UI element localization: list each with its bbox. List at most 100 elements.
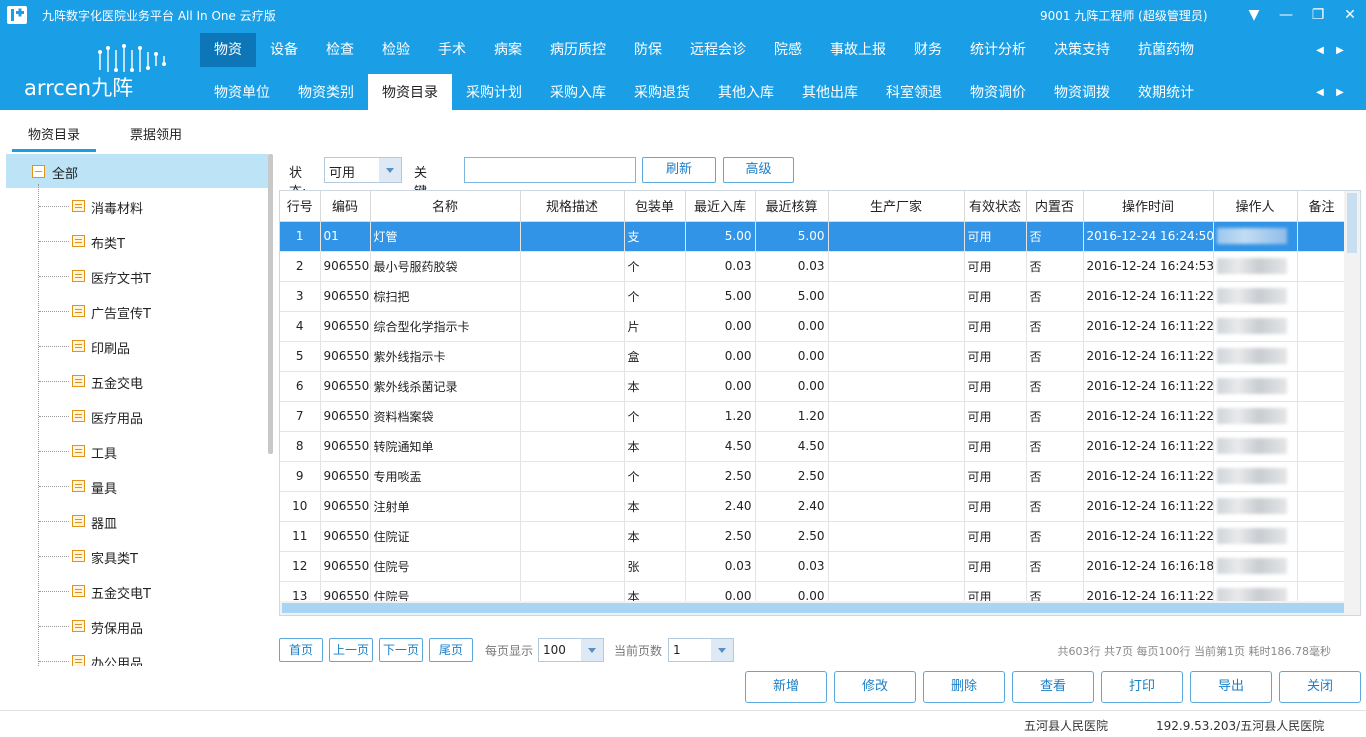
table-vscrollbar[interactable]	[1344, 191, 1360, 615]
table-row[interactable]: 6 906550 紫外线杀菌记录本 0.00 0.00 可用否 2016-12-24 16:…	[280, 371, 1347, 402]
last-page-button[interactable]: 尾页	[429, 638, 473, 662]
subnav-right-arrow-icon[interactable]: ▶	[1336, 87, 1344, 98]
restore-icon[interactable]: ❐	[1302, 0, 1334, 30]
vscroll-thumb[interactable]	[1347, 193, 1357, 253]
main-nav-item[interactable]: 远程会诊	[676, 33, 760, 67]
nav-right-arrow-icon[interactable]: ▶	[1336, 45, 1344, 56]
tree-item[interactable]: 消毒材料	[6, 189, 268, 223]
tree-item[interactable]: 医疗文书T	[6, 259, 268, 293]
column-header[interactable]: 内置否	[1026, 191, 1084, 222]
close-button[interactable]: 关闭	[1279, 671, 1361, 703]
current-user[interactable]: 9001 九阵工程师 (超级管理员)	[1040, 7, 1208, 24]
collapse-icon[interactable]	[32, 165, 45, 178]
tree-item[interactable]: 办公用品	[6, 644, 268, 666]
main-nav-item[interactable]: 设备	[256, 33, 312, 67]
sub-nav-item[interactable]: 其他入库	[704, 74, 788, 110]
table-row[interactable]: 11 906550 住院证本 2.50 2.50 可用否 2016-12-24 16:11:…	[280, 521, 1347, 552]
chevron-down-icon[interactable]	[379, 158, 401, 182]
view-button[interactable]: 查看	[1012, 671, 1094, 703]
column-header[interactable]: 操作时间	[1083, 191, 1214, 222]
current-page-select[interactable]: 1	[668, 638, 734, 662]
tree-item[interactable]: 广告宣传T	[6, 294, 268, 328]
minimize-icon[interactable]: —	[1270, 0, 1302, 30]
column-header[interactable]: 编码	[320, 191, 371, 222]
sub-nav-item[interactable]: 效期统计	[1124, 74, 1208, 110]
tree-item[interactable]: 布类T	[6, 224, 268, 258]
close-icon[interactable]: ✕	[1334, 0, 1366, 30]
tree-item[interactable]: 量具	[6, 469, 268, 503]
sub-nav-item[interactable]: 采购计划	[452, 74, 536, 110]
table-row[interactable]: 7 906550 资料档案袋个 1.20 1.20 可用否 2016-12-24 16:11…	[280, 401, 1347, 432]
sub-nav-item[interactable]: 科室领退	[872, 74, 956, 110]
sub-nav-item[interactable]: 物资类别	[284, 74, 368, 110]
main-nav-item[interactable]: 检查	[312, 33, 368, 67]
page-size-select[interactable]: 100	[538, 638, 604, 662]
column-header[interactable]: 有效状态	[964, 191, 1027, 222]
table-row[interactable]: 9 906550 专用啖盂个 2.50 2.50 可用否 2016-12-24 16:11:…	[280, 461, 1347, 492]
column-header[interactable]: 操作人	[1213, 191, 1298, 222]
tab-material-catalog[interactable]: 物资目录	[11, 124, 97, 152]
main-nav-item[interactable]: 病案	[480, 33, 536, 67]
print-button[interactable]: 打印	[1101, 671, 1183, 703]
table-row[interactable]: 12 906550 住院号张 0.03 0.03 可用否 2016-12-24 16:16:…	[280, 551, 1347, 582]
refresh-button[interactable]: 刷新	[642, 157, 716, 183]
chevron-down-icon[interactable]	[711, 639, 733, 661]
table-hscrollbar[interactable]	[280, 601, 1346, 615]
tree-item[interactable]: 劳保用品	[6, 609, 268, 643]
main-nav-item[interactable]: 检验	[368, 33, 424, 67]
column-header[interactable]: 最近入库	[685, 191, 756, 222]
table-row[interactable]: 5 906550 紫外线指示卡盒 0.00 0.00 可用否 2016-12-24 16:1…	[280, 341, 1347, 372]
table-row[interactable]: 3 906550 棕扫把个 5.00 5.00 可用否 2016-12-24 16:11:2…	[280, 281, 1347, 312]
column-header[interactable]: 最近核算	[755, 191, 829, 222]
chevron-down-icon[interactable]	[581, 639, 603, 661]
delete-button[interactable]: 删除	[923, 671, 1005, 703]
add-button[interactable]: 新增	[745, 671, 827, 703]
sub-nav-item[interactable]: 物资调价	[956, 74, 1040, 110]
main-nav-item[interactable]: 财务	[900, 33, 956, 67]
table-row[interactable]: 10 906550 注射单本 2.40 2.40 可用否 2016-12-24 16:11:…	[280, 491, 1347, 522]
menu-dropdown-icon[interactable]: ▼	[1238, 0, 1270, 30]
column-header[interactable]: 包装单	[624, 191, 686, 222]
main-nav-item[interactable]: 院感	[760, 33, 816, 67]
tree-item[interactable]: 印刷品	[6, 329, 268, 363]
tree-item[interactable]: 器皿	[6, 504, 268, 538]
tree-item[interactable]: 五金交电T	[6, 574, 268, 608]
column-header[interactable]: 备注	[1297, 191, 1347, 222]
column-header[interactable]: 规格描述	[520, 191, 625, 222]
edit-button[interactable]: 修改	[834, 671, 916, 703]
tree-scrollbar[interactable]	[268, 154, 273, 454]
table-row[interactable]: 4 906550 综合型化学指示卡片 0.00 0.00 可用否 2016-12-24 16…	[280, 311, 1347, 342]
main-nav-item[interactable]: 统计分析	[956, 33, 1040, 67]
tree-item[interactable]: 五金交电	[6, 364, 268, 398]
sub-nav-item[interactable]: 采购退货	[620, 74, 704, 110]
main-nav-item[interactable]: 病历质控	[536, 33, 620, 67]
tree-item[interactable]: 家具类T	[6, 539, 268, 573]
column-header[interactable]: 行号	[280, 191, 321, 222]
main-nav-item[interactable]: 物资	[200, 33, 256, 67]
tree-item[interactable]: 医疗用品	[6, 399, 268, 433]
main-nav-item[interactable]: 手术	[424, 33, 480, 67]
main-nav-item[interactable]: 防保	[620, 33, 676, 67]
tree-root[interactable]: 全部	[6, 154, 268, 188]
main-nav-item[interactable]: 抗菌药物	[1124, 33, 1208, 67]
table-row[interactable]: 1 01 灯管支 5.00 5.00 可用否 2016-12-24 16:24:50	[280, 221, 1347, 252]
nav-left-arrow-icon[interactable]: ◀	[1316, 45, 1324, 56]
sub-nav-item[interactable]: 物资目录	[368, 74, 452, 110]
tab-bill-receive[interactable]: 票据领用	[130, 124, 182, 143]
hscroll-thumb[interactable]	[282, 603, 1344, 613]
sub-nav-item[interactable]: 其他出库	[788, 74, 872, 110]
main-nav-item[interactable]: 决策支持	[1040, 33, 1124, 67]
table-row[interactable]: 8 906550 转院通知单本 4.50 4.50 可用否 2016-12-24 16:11…	[280, 431, 1347, 462]
column-header[interactable]: 名称	[370, 191, 521, 222]
next-page-button[interactable]: 下一页	[379, 638, 423, 662]
export-button[interactable]: 导出	[1190, 671, 1272, 703]
sub-nav-item[interactable]: 采购入库	[536, 74, 620, 110]
advanced-button[interactable]: 高级	[723, 157, 794, 183]
status-select[interactable]: 可用	[324, 157, 402, 183]
table-row[interactable]: 2 906550 最小号服药胶袋个 0.03 0.03 可用否 2016-12-24 16:…	[280, 251, 1347, 282]
column-header[interactable]: 生产厂家	[828, 191, 965, 222]
subnav-left-arrow-icon[interactable]: ◀	[1316, 87, 1324, 98]
first-page-button[interactable]: 首页	[279, 638, 323, 662]
prev-page-button[interactable]: 上一页	[329, 638, 373, 662]
sub-nav-item[interactable]: 物资调拨	[1040, 74, 1124, 110]
